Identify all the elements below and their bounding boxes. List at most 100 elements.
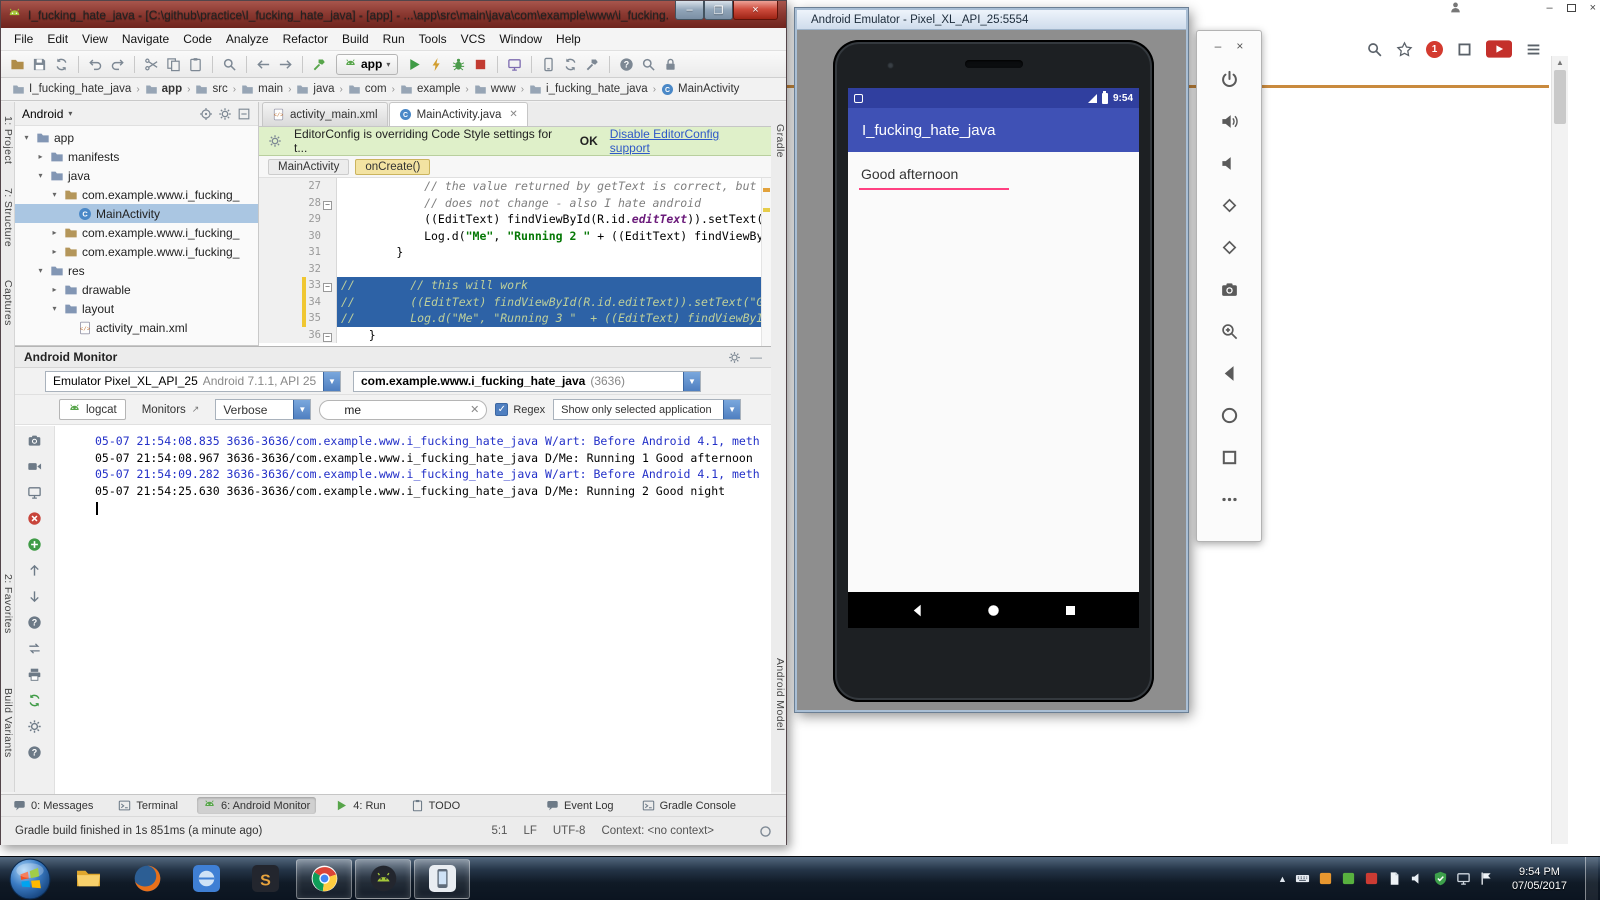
emulator-rotate-right-button[interactable] xyxy=(1209,227,1249,267)
bookmark-star-icon[interactable] xyxy=(1396,40,1413,58)
menu-run[interactable]: Run xyxy=(376,30,412,48)
menu-refactor[interactable]: Refactor xyxy=(276,30,335,48)
breadcrumb-item[interactable]: i_fucking_hate_java xyxy=(528,83,649,96)
menu-analyze[interactable]: Analyze xyxy=(219,30,276,48)
breadcrumb-item[interactable]: I_fucking_hate_java xyxy=(11,83,132,96)
capture-button[interactable] xyxy=(25,535,45,553)
menu-help[interactable]: Help xyxy=(549,30,588,48)
monitor-button[interactable] xyxy=(504,53,525,75)
tool-tab-todo[interactable]: TODO xyxy=(405,797,467,814)
taskbar-blue-app-button[interactable] xyxy=(178,859,234,899)
scroll-up-arrow-icon[interactable]: ▲ xyxy=(1552,56,1568,67)
expand-arrow-icon[interactable]: ▸ xyxy=(49,228,60,237)
tree-item[interactable]: ▸ com.example.www.i_fucking_ xyxy=(15,242,258,261)
close-tab-icon[interactable]: ✕ xyxy=(509,109,517,120)
error-stripe[interactable] xyxy=(761,178,771,346)
browser-minimize-button[interactable]: – xyxy=(1546,2,1552,14)
editor-crumb[interactable]: onCreate() xyxy=(355,158,431,175)
checkbox-checked-icon[interactable]: ✓ xyxy=(495,403,509,416)
nav-home-button[interactable] xyxy=(986,603,1001,618)
taskbar-chrome-button[interactable] xyxy=(296,858,352,899)
log-level-selector[interactable]: Verbose ▼ xyxy=(215,399,312,420)
debug-button[interactable] xyxy=(448,53,469,75)
print-button[interactable] xyxy=(25,665,45,683)
menu-window[interactable]: Window xyxy=(492,30,549,48)
emulator-camera-button[interactable] xyxy=(1209,269,1249,309)
tool-tab-4-run[interactable]: 4: Run xyxy=(329,797,391,814)
edittext-value[interactable]: Good afternoon xyxy=(861,166,958,182)
cut-button[interactable] xyxy=(141,53,162,75)
editor-tab[interactable]: </> activity_main.xml xyxy=(262,102,388,126)
tool-button-captures[interactable]: Captures xyxy=(1,280,14,326)
line-separator[interactable]: LF xyxy=(523,825,536,837)
gear-icon[interactable] xyxy=(218,107,232,121)
gauge-icon[interactable] xyxy=(759,825,772,838)
tool-button--project[interactable]: 1: Project xyxy=(1,116,14,164)
sync-button[interactable] xyxy=(51,53,72,75)
settings-button[interactable] xyxy=(25,717,45,735)
stripe-mark[interactable] xyxy=(763,188,770,192)
gradle-sync-button[interactable] xyxy=(560,53,581,75)
help-button[interactable]: ? xyxy=(616,53,637,75)
scroll-down-button[interactable] xyxy=(25,587,45,605)
clear-search-icon[interactable]: ✕ xyxy=(470,403,479,416)
emulator-volume-down-button[interactable] xyxy=(1209,143,1249,183)
breadcrumb-item[interactable]: src xyxy=(194,83,228,96)
breadcrumb-item[interactable]: main xyxy=(240,83,284,96)
expand-arrow-icon[interactable]: ▾ xyxy=(35,266,46,275)
stripe-mark[interactable] xyxy=(763,208,770,212)
project-view-selector[interactable]: Android xyxy=(22,107,63,121)
network-icon[interactable] xyxy=(1456,871,1471,886)
tree-item[interactable]: ▸ manifests xyxy=(15,147,258,166)
hidden-items-icon[interactable]: ▲ xyxy=(1278,874,1287,884)
expand-arrow-icon[interactable]: ▾ xyxy=(49,304,60,313)
taskbar-firefox-button[interactable] xyxy=(119,859,175,899)
expand-arrow-icon[interactable]: ▾ xyxy=(35,171,46,180)
editor-crumb[interactable]: MainActivity xyxy=(268,158,350,175)
browser-restore-button[interactable] xyxy=(1566,4,1576,12)
logcat-search-input[interactable] xyxy=(344,402,466,417)
menu-view[interactable]: View xyxy=(75,30,115,48)
emulator-volume-up-button[interactable] xyxy=(1209,101,1249,141)
red-app-icon[interactable] xyxy=(1364,871,1379,886)
notification-badge[interactable]: 1 xyxy=(1426,40,1443,58)
emulator-toolbar-minimize-button[interactable]: – xyxy=(1215,39,1222,53)
ok-button[interactable]: OK xyxy=(580,134,598,148)
redo-button[interactable] xyxy=(107,53,128,75)
scrollbar-thumb[interactable] xyxy=(1554,70,1566,124)
emulator-zoom-button[interactable] xyxy=(1209,311,1249,351)
breadcrumb-item[interactable]: C MainActivity xyxy=(660,83,740,96)
tool-tab-terminal[interactable]: Terminal xyxy=(112,797,184,814)
browser-close-button[interactable]: × xyxy=(1590,2,1596,14)
emulator-toolbar-close-button[interactable]: × xyxy=(1236,39,1243,53)
avd-button[interactable] xyxy=(538,53,559,75)
profile-person-icon[interactable] xyxy=(1449,1,1462,17)
menu-tools[interactable]: Tools xyxy=(412,30,454,48)
dropdown-arrow-icon[interactable]: ▼ xyxy=(323,371,340,391)
tool-tab-6-android-monitor[interactable]: 6: Android Monitor xyxy=(196,797,317,814)
dropdown-arrow-icon[interactable]: ▼ xyxy=(723,400,741,419)
tool-tab-event-log[interactable]: Event Log xyxy=(540,797,620,814)
minimize-button[interactable]: – xyxy=(675,1,704,20)
emulator-home-button[interactable] xyxy=(1209,395,1249,435)
tree-item[interactable]: </> activity_main.xml xyxy=(15,318,258,337)
expand-arrow-icon[interactable]: ▾ xyxy=(21,133,32,142)
collapse-all-icon[interactable] xyxy=(237,107,251,121)
breadcrumb-item[interactable]: www xyxy=(473,83,517,96)
back-button[interactable] xyxy=(253,53,274,75)
tree-item[interactable]: ▸ drawable xyxy=(15,280,258,299)
tool-tab-0-messages[interactable]: 0: Messages xyxy=(7,797,99,814)
start-button[interactable] xyxy=(9,858,51,900)
fold-marker[interactable]: − xyxy=(321,327,334,344)
extension-icon[interactable] xyxy=(1456,41,1473,58)
browser-scrollbar[interactable]: ▲ xyxy=(1551,56,1568,844)
tool-tab-gradle-console[interactable]: Gradle Console xyxy=(636,797,742,814)
screen-record-button[interactable] xyxy=(25,457,45,475)
emulator-power-button[interactable] xyxy=(1209,59,1249,99)
lock-button[interactable] xyxy=(660,53,681,75)
orange-app-icon[interactable] xyxy=(1318,871,1333,886)
close-button[interactable] xyxy=(25,509,45,527)
taskbar-explorer-button[interactable] xyxy=(60,859,116,899)
close-button[interactable]: × xyxy=(733,1,778,20)
notification-flag-icon[interactable] xyxy=(1479,871,1494,886)
